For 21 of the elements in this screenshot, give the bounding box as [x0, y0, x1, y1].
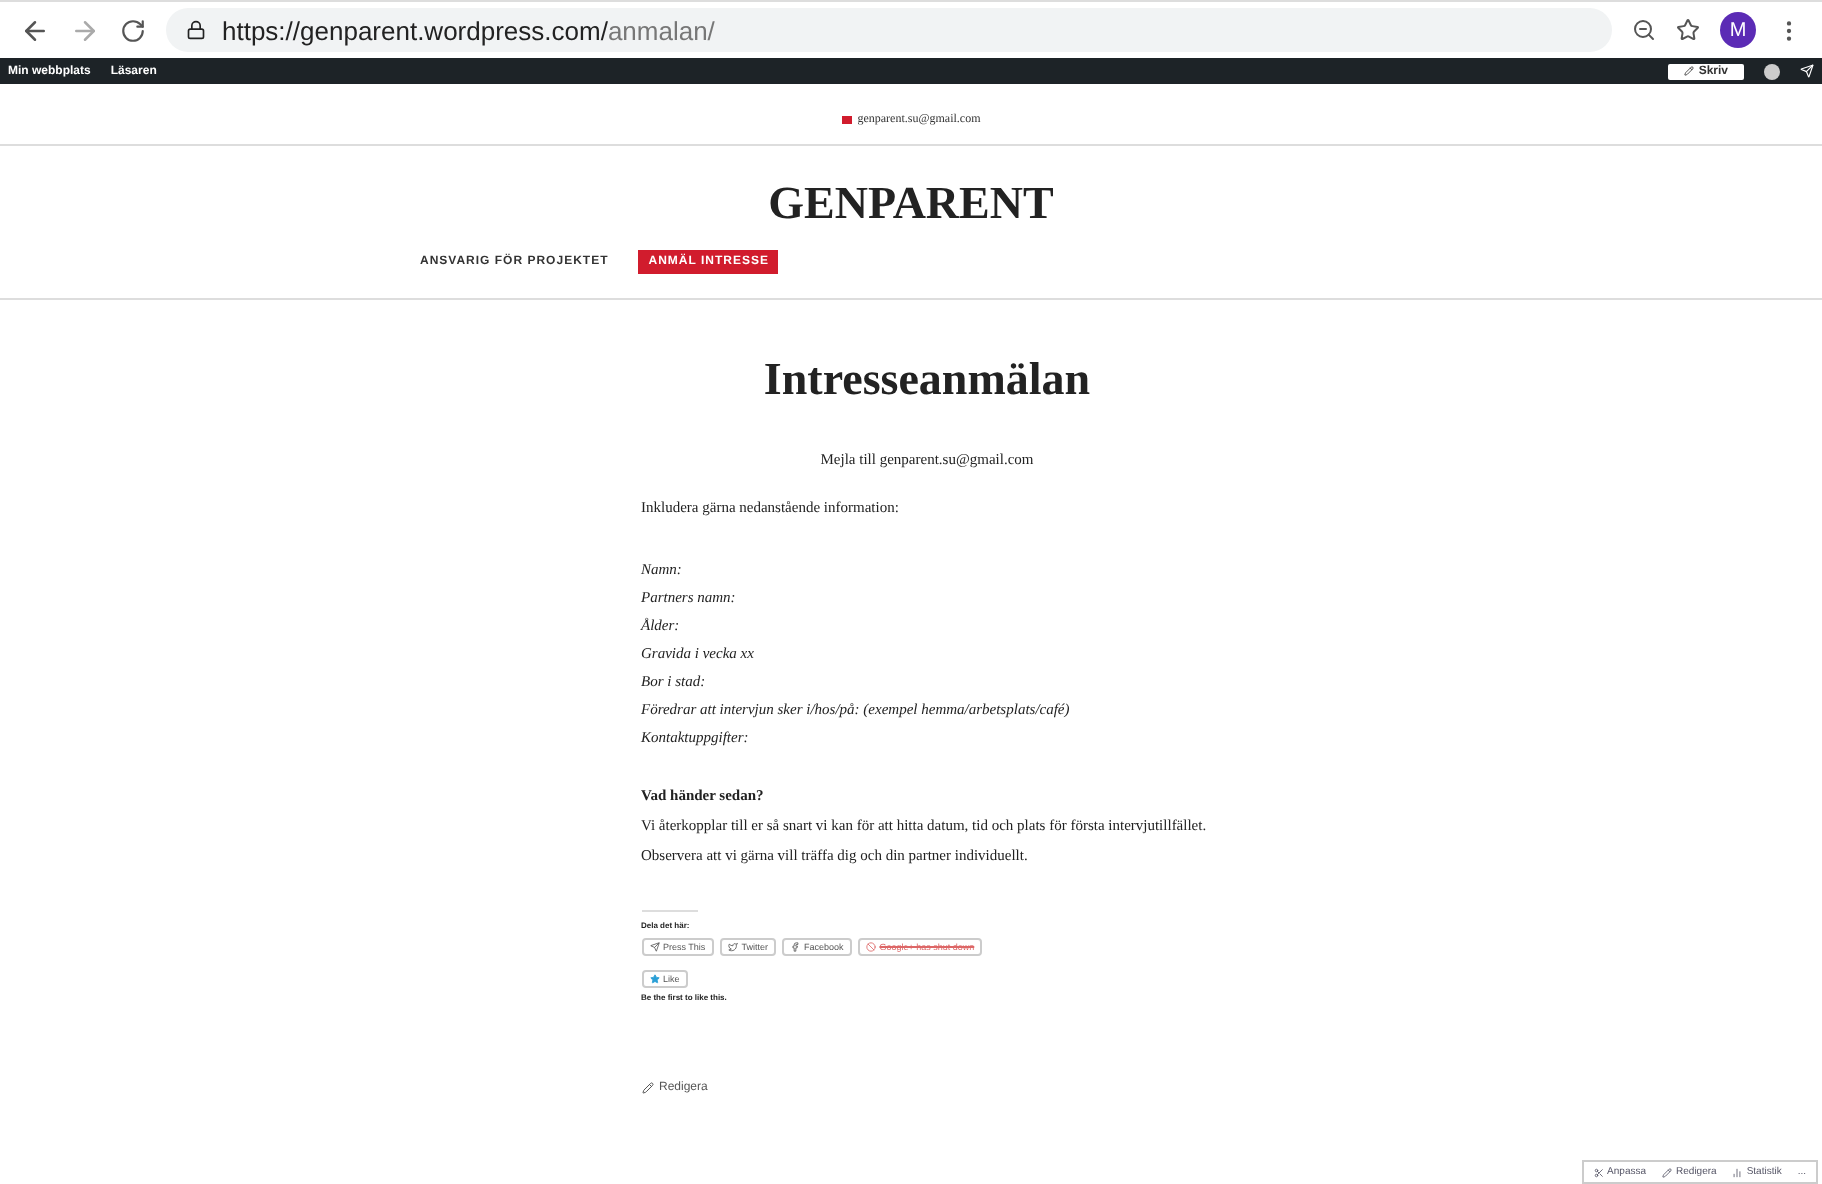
page-title: Intresseanmälan	[761, 354, 1093, 406]
star-icon	[649, 974, 659, 984]
mail-icon	[841, 116, 852, 124]
ban-icon	[865, 942, 876, 952]
facebook-icon	[789, 942, 800, 952]
scissors-icon	[1593, 1167, 1604, 1177]
address-bar[interactable]: https://genparent.wordpress.com/anmalan/	[166, 8, 1612, 52]
user-avatar[interactable]	[1764, 63, 1780, 79]
profile-avatar[interactable]: M	[1720, 12, 1756, 48]
send-icon	[649, 942, 659, 952]
site-title[interactable]: GENPARENT	[0, 178, 1822, 230]
notification-icon[interactable]	[1800, 64, 1814, 78]
pencil-icon	[1684, 66, 1695, 76]
bar-chart-icon	[1732, 1167, 1743, 1177]
reload-icon[interactable]	[120, 17, 146, 43]
back-icon[interactable]	[20, 15, 50, 45]
pencil-icon	[641, 1082, 653, 1094]
pencil-icon	[1662, 1167, 1673, 1177]
bird-icon	[727, 942, 738, 952]
zoom-icon[interactable]	[1632, 18, 1656, 42]
bookmark-star-icon[interactable]	[1676, 18, 1700, 42]
